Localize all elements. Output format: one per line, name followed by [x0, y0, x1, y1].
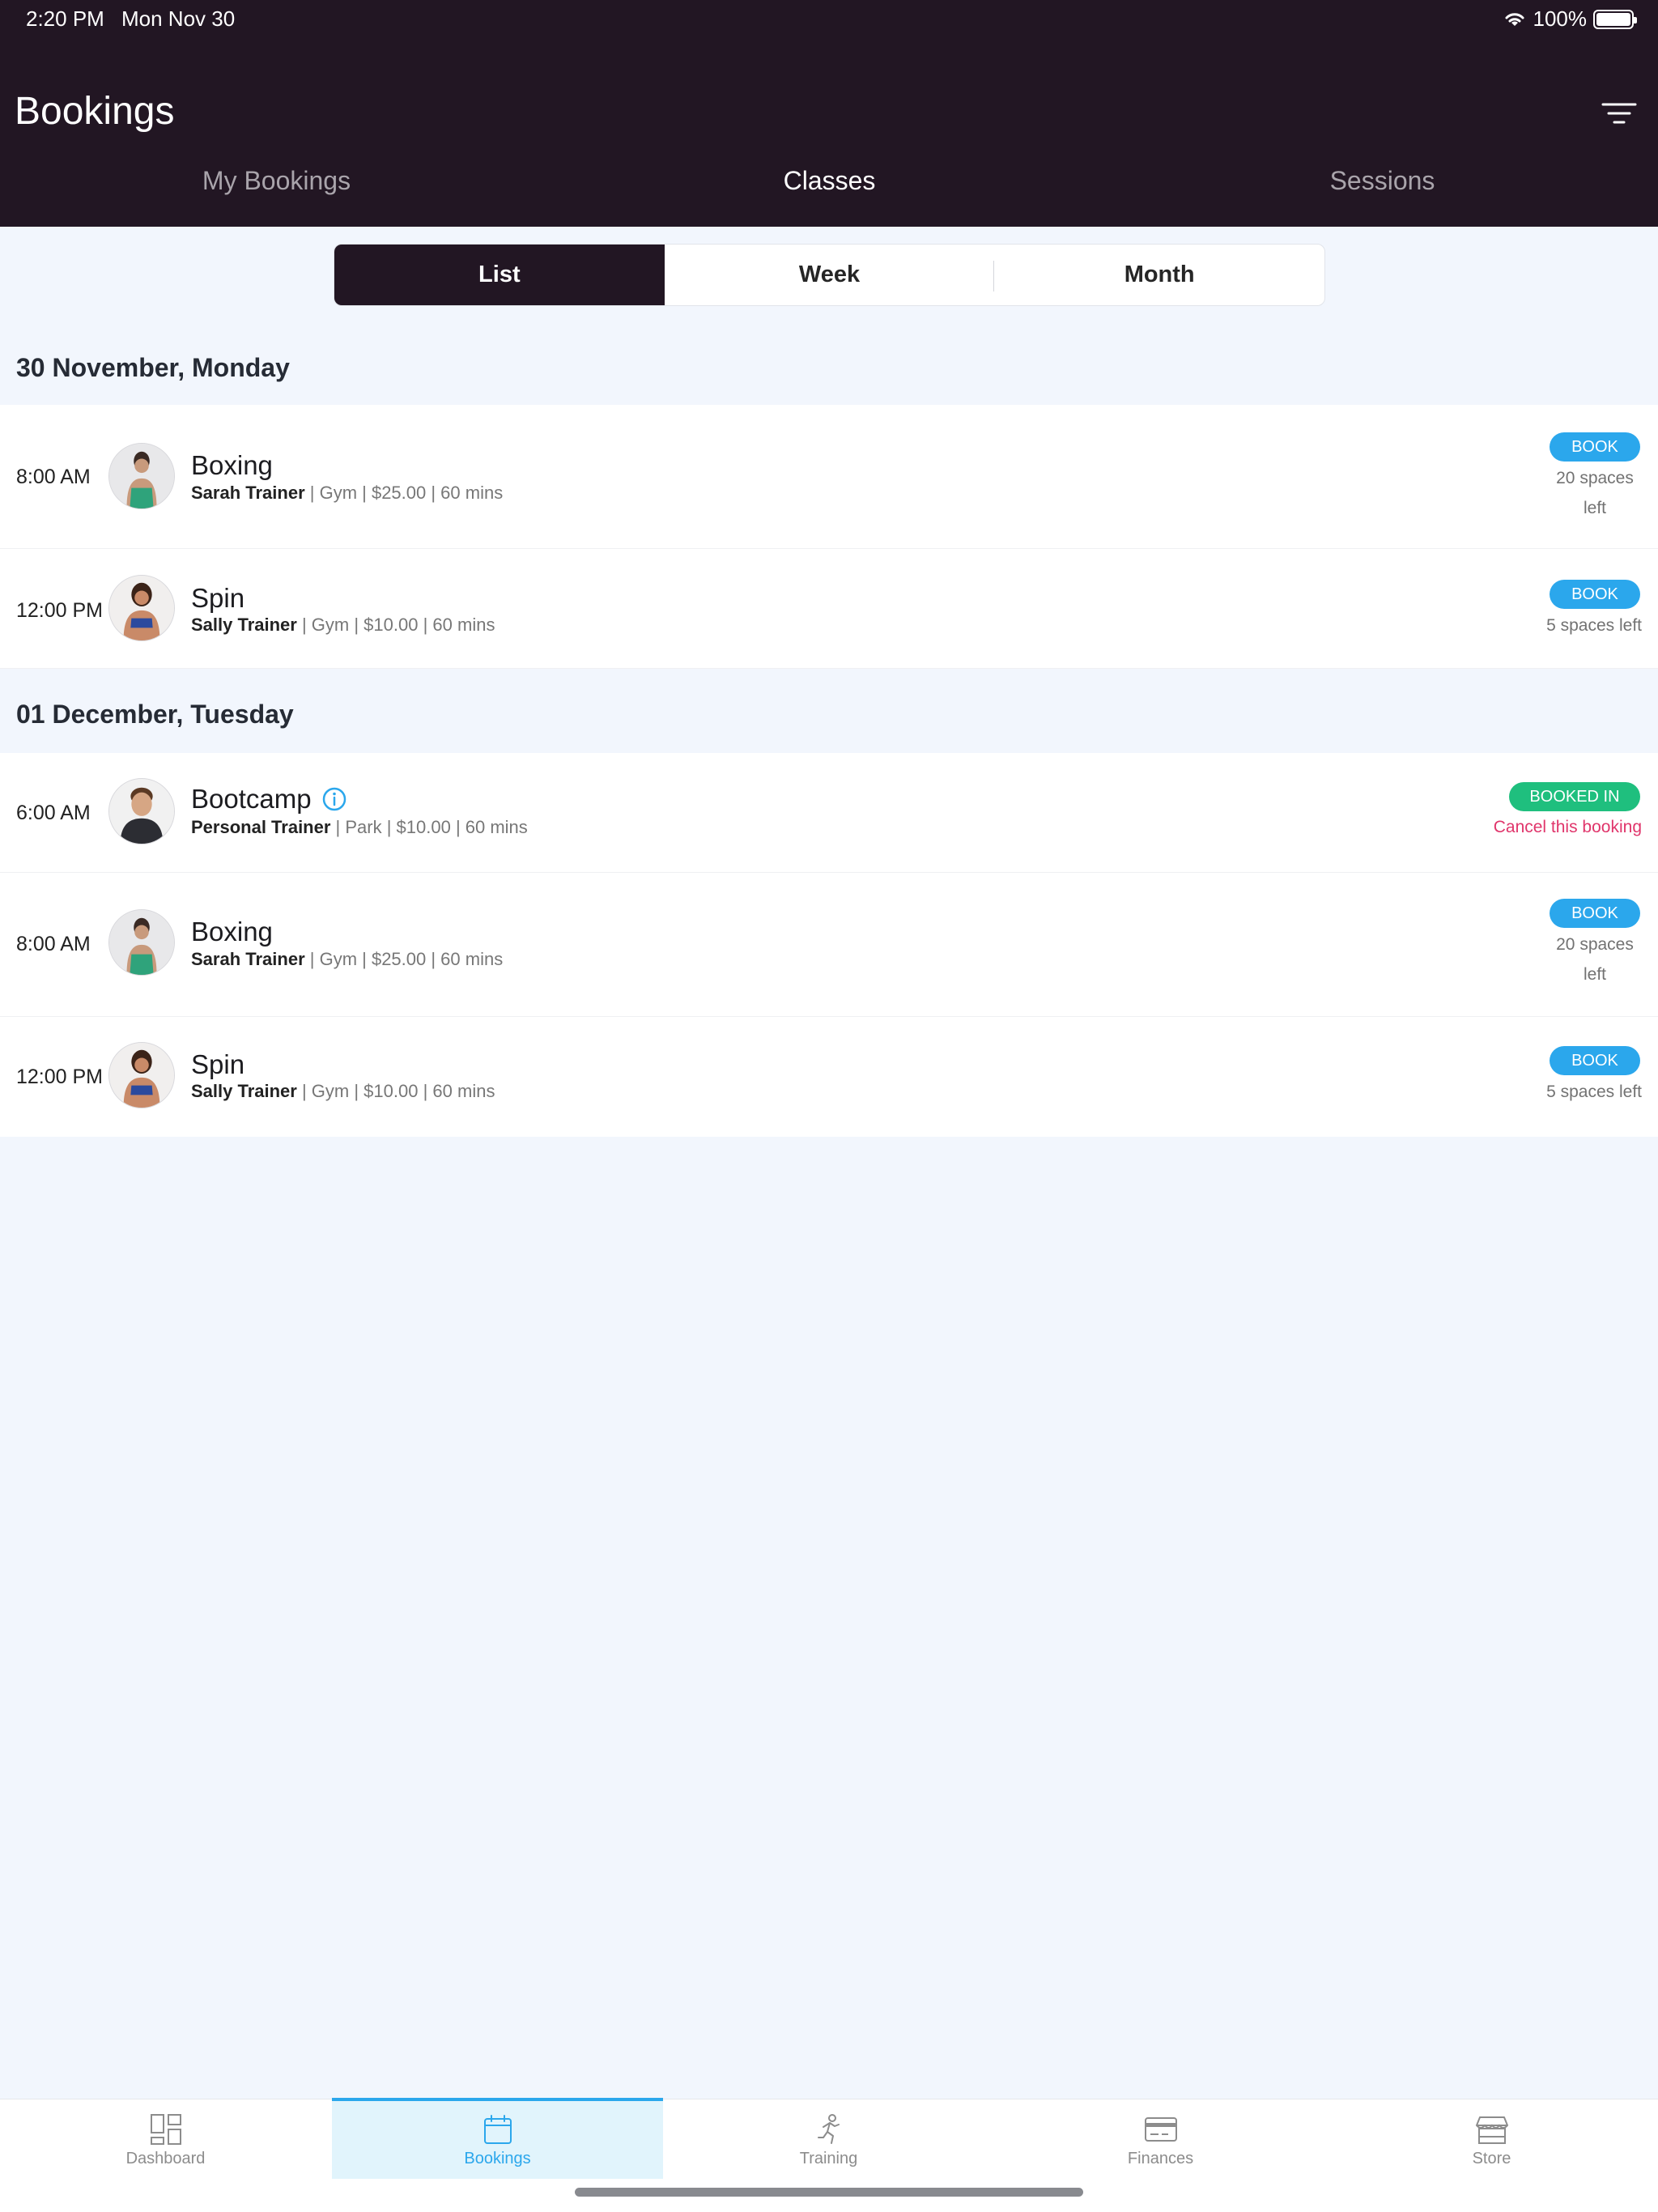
class-details: | Gym | $10.00 | 60 mins: [296, 1081, 495, 1101]
store-icon: [1475, 2116, 1508, 2144]
class-time: 8:00 AM: [16, 933, 91, 955]
home-indicator[interactable]: [575, 2188, 1083, 2197]
day-heading: 30 November, Monday: [16, 352, 290, 382]
trainer-avatar: [108, 443, 175, 509]
dashboard-icon: [150, 2114, 181, 2145]
trainer-avatar: [108, 909, 175, 976]
class-details: | Park | $10.00 | 60 mins: [330, 817, 528, 837]
tab-classes[interactable]: Classes: [553, 166, 1106, 196]
cancel-booking-link[interactable]: Cancel this booking: [1494, 818, 1642, 837]
spaces-left: 5 spaces left: [1546, 1083, 1642, 1101]
class-row[interactable]: 8:00 AM Boxing Sarah Trainer | Gym | $25…: [0, 873, 1658, 1017]
nav-label: Finances: [1127, 2150, 1194, 2167]
nav-label: Training: [799, 2150, 858, 2167]
class-title: Boxing: [191, 450, 273, 481]
booked-in-badge: BOOKED IN: [1509, 782, 1640, 811]
battery-icon: [1593, 9, 1637, 29]
class-details: | Gym | $25.00 | 60 mins: [304, 483, 504, 503]
filter-icon[interactable]: [1601, 101, 1637, 125]
view-mode-week-label: Week: [798, 262, 861, 287]
battery-percent: 100%: [1533, 6, 1588, 31]
trainer-photo-sally: [109, 1043, 174, 1108]
book-button[interactable]: BOOK: [1550, 580, 1640, 609]
credit-card-icon: [1144, 2117, 1177, 2142]
view-mode-list[interactable]: List: [334, 245, 665, 305]
class-details: | Gym | $10.00 | 60 mins: [296, 615, 495, 635]
spaces-left: 20 spaces left: [1556, 935, 1634, 984]
class-title-text: Spin: [191, 1049, 245, 1079]
class-time: 6:00 AM: [16, 802, 91, 824]
class-meta: Personal Trainer | Park | $10.00 | 60 mi…: [191, 817, 528, 838]
trainer-name: Sarah Trainer: [191, 483, 305, 503]
class-title-text: Boxing: [191, 917, 273, 946]
trainer-avatar: [108, 575, 175, 641]
status-indicators: 100%: [1503, 6, 1637, 32]
trainer-name: Personal Trainer: [191, 817, 331, 837]
wifi-icon: [1505, 12, 1524, 26]
class-meta: Sarah Trainer | Gym | $25.00 | 60 mins: [191, 949, 503, 970]
view-mode-switcher: List Week Month: [334, 244, 1325, 306]
trainer-photo-personal: [109, 779, 174, 844]
class-title: Boxing: [191, 917, 273, 947]
class-row[interactable]: 12:00 PM Spin Sally Trainer | Gym | $10.…: [0, 1017, 1658, 1137]
status-date: Mon Nov 30: [121, 6, 236, 31]
class-meta: Sally Trainer | Gym | $10.00 | 60 mins: [191, 1081, 495, 1102]
nav-label: Store: [1472, 2150, 1511, 2167]
trainer-name: Sally Trainer: [191, 615, 297, 635]
nav-finances[interactable]: Finances: [995, 2099, 1326, 2180]
class-title-text: Bootcamp: [191, 784, 312, 814]
nav-bookings[interactable]: Bookings: [332, 2098, 663, 2179]
book-button[interactable]: BOOK: [1550, 1046, 1640, 1075]
nav-label: Bookings: [464, 2150, 531, 2167]
nav-dashboard[interactable]: Dashboard: [0, 2099, 331, 2180]
trainer-name: Sally Trainer: [191, 1081, 297, 1101]
trainer-photo-sally: [109, 576, 174, 640]
class-row[interactable]: 8:00 AM Boxing Sarah Trainer | Gym | $25…: [0, 405, 1658, 549]
running-icon: [817, 2114, 840, 2144]
class-title: Bootcamp: [191, 784, 347, 815]
class-row[interactable]: 6:00 AM Bootcamp Personal Trainer | Park…: [0, 753, 1658, 873]
class-title: Spin: [191, 1049, 244, 1080]
info-icon[interactable]: [321, 786, 347, 812]
trainer-photo-sarah: [109, 910, 174, 975]
tab-my-bookings[interactable]: My Bookings: [0, 166, 553, 196]
class-meta: Sally Trainer | Gym | $10.00 | 60 mins: [191, 615, 495, 636]
class-title-text: Boxing: [191, 450, 273, 480]
view-mode-month[interactable]: Month: [994, 245, 1324, 305]
tab-sessions[interactable]: Sessions: [1106, 166, 1658, 196]
class-details: | Gym | $25.00 | 60 mins: [304, 949, 504, 969]
trainer-photo-sarah: [109, 444, 174, 508]
main-tabs: My Bookings Classes Sessions: [0, 166, 1658, 215]
class-time: 12:00 PM: [16, 599, 104, 622]
view-mode-week[interactable]: Week: [665, 245, 995, 305]
class-title-text: Spin: [191, 583, 245, 613]
spaces-left: 5 spaces left: [1546, 616, 1642, 635]
book-button[interactable]: BOOK: [1550, 899, 1640, 928]
page-title: Bookings: [15, 90, 175, 133]
status-time: 2:20 PM: [26, 6, 104, 31]
book-button[interactable]: BOOK: [1550, 432, 1640, 462]
spaces-left: 20 spaces left: [1556, 469, 1634, 517]
class-title: Spin: [191, 583, 244, 614]
calendar-icon: [483, 2115, 512, 2144]
class-time: 8:00 AM: [16, 466, 91, 488]
class-meta: Sarah Trainer | Gym | $25.00 | 60 mins: [191, 483, 503, 504]
app-header: 2:20 PM Mon Nov 30 100% Bookings My Book…: [0, 0, 1658, 227]
trainer-avatar: [108, 1042, 175, 1108]
nav-store[interactable]: Store: [1326, 2099, 1657, 2180]
class-row[interactable]: 12:00 PM Spin Sally Trainer | Gym | $10.…: [0, 549, 1658, 669]
nav-training[interactable]: Training: [663, 2099, 994, 2180]
trainer-avatar: [108, 778, 175, 844]
class-time: 12:00 PM: [16, 1066, 104, 1088]
status-bar: 2:20 PM Mon Nov 30 100%: [0, 0, 1658, 40]
nav-label: Dashboard: [125, 2150, 206, 2167]
trainer-name: Sarah Trainer: [191, 949, 305, 969]
day-heading: 01 December, Tuesday: [16, 699, 294, 729]
